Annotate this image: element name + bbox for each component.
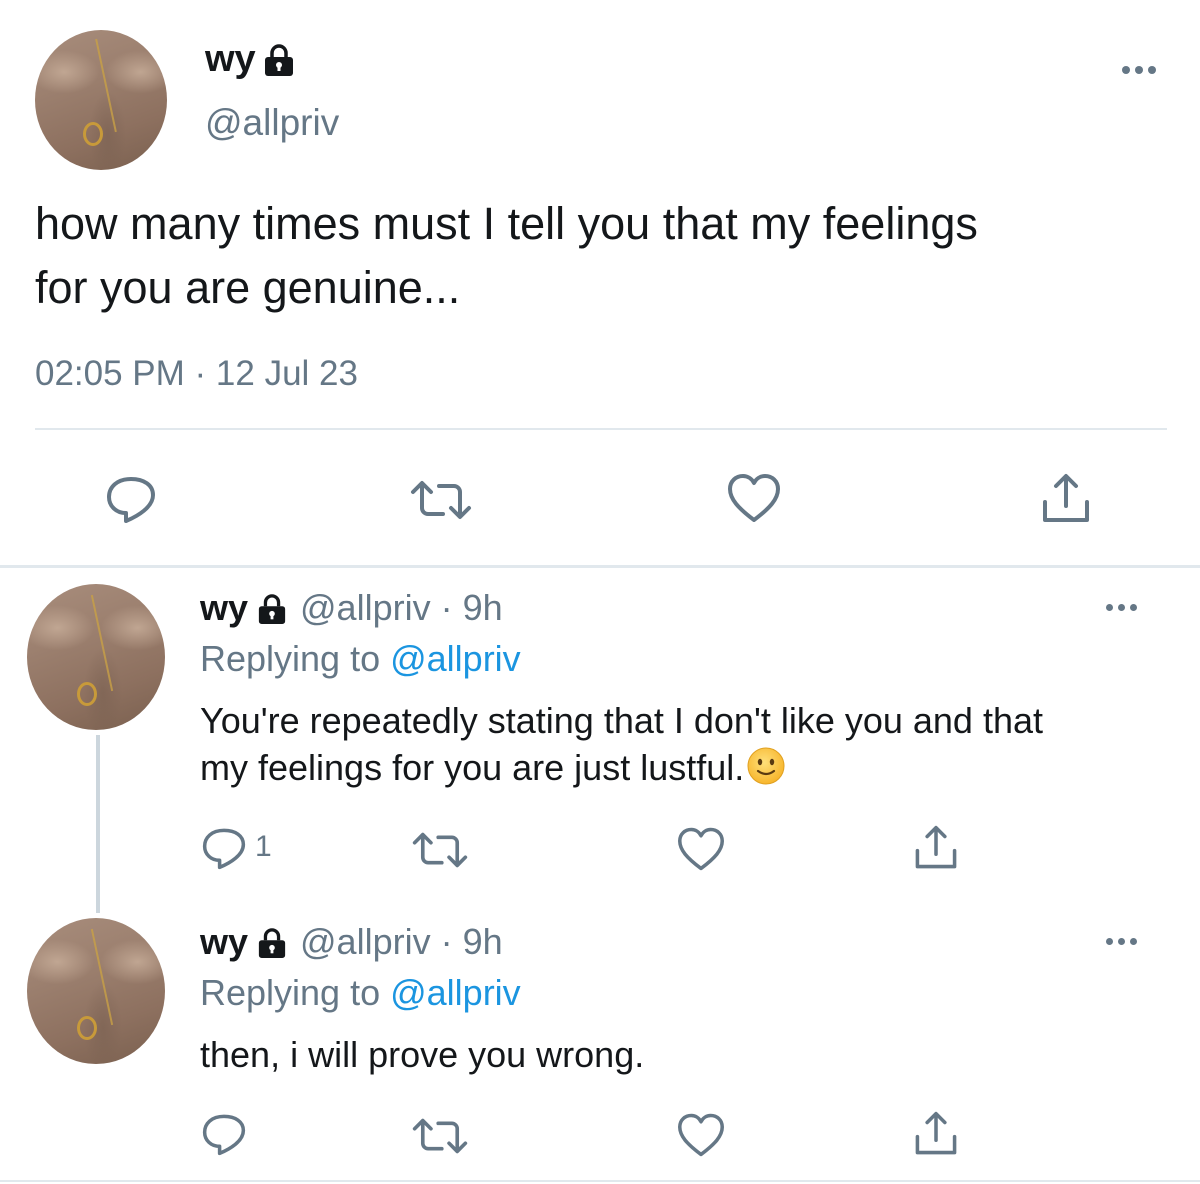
replying-to-label: Replying to (200, 972, 391, 1013)
replying-to-handle[interactable]: @allpriv (390, 972, 521, 1013)
like-icon[interactable] (676, 826, 726, 872)
necklace-decoration (90, 928, 114, 1026)
reply-icon[interactable] (200, 826, 248, 870)
tweet-text-line-1: how many times must I tell you that my f… (35, 198, 978, 249)
more-icon[interactable] (1106, 604, 1137, 611)
avatar[interactable] (27, 918, 165, 1064)
bottom-divider (0, 1180, 1200, 1182)
reply-icon[interactable] (104, 474, 158, 524)
reply-icon[interactable] (200, 1112, 248, 1156)
share-icon[interactable] (1040, 472, 1092, 526)
handle-time[interactable]: @allpriv · 9h (300, 919, 503, 965)
display-name[interactable]: wy (205, 36, 256, 82)
avatar[interactable] (35, 30, 167, 170)
slightly-smiling-face-icon (746, 746, 786, 786)
retweet-icon[interactable] (411, 830, 469, 870)
reply-count: 1 (255, 830, 272, 863)
avatar[interactable] (27, 584, 165, 730)
retweet-icon[interactable] (411, 1116, 469, 1156)
like-icon[interactable] (676, 1112, 726, 1158)
share-icon[interactable] (913, 824, 959, 872)
pendant-decoration (77, 682, 97, 706)
necklace-decoration (95, 38, 117, 133)
replying-to-handle[interactable]: @allpriv (390, 638, 521, 679)
replying-to: Replying to @allpriv (200, 636, 521, 682)
display-name[interactable]: wy (200, 919, 248, 965)
tweet-text-line-2: for you are genuine... (35, 262, 461, 313)
handle-time[interactable]: @allpriv · 9h (300, 585, 503, 631)
reply-text-line-1: You're repeatedly stating that I don't l… (200, 700, 1043, 741)
thread-line (96, 735, 100, 913)
handle[interactable]: @allpriv (205, 100, 339, 146)
lock-icon (262, 44, 296, 76)
like-icon[interactable] (726, 472, 782, 524)
reply-text-line-1: then, i will prove you wrong. (200, 1034, 645, 1075)
section-divider (0, 565, 1200, 568)
more-icon[interactable] (1122, 66, 1156, 74)
divider (35, 428, 1167, 430)
lock-icon (256, 594, 288, 624)
retweet-icon[interactable] (409, 478, 473, 522)
necklace-decoration (90, 594, 114, 692)
display-name[interactable]: wy (200, 585, 248, 631)
tweet-timestamp[interactable]: 02:05 PM · 12 Jul 23 (35, 352, 358, 396)
pendant-decoration (83, 122, 103, 146)
reply-text-line-2-content: my feelings for you are just lustful. (200, 747, 745, 788)
replying-to: Replying to @allpriv (200, 970, 521, 1016)
lock-icon (256, 928, 288, 958)
replying-to-label: Replying to (200, 638, 391, 679)
share-icon[interactable] (913, 1110, 959, 1158)
pendant-decoration (77, 1016, 97, 1040)
more-icon[interactable] (1106, 938, 1137, 945)
reply-text-line-2: my feelings for you are just lustful. (200, 745, 786, 791)
